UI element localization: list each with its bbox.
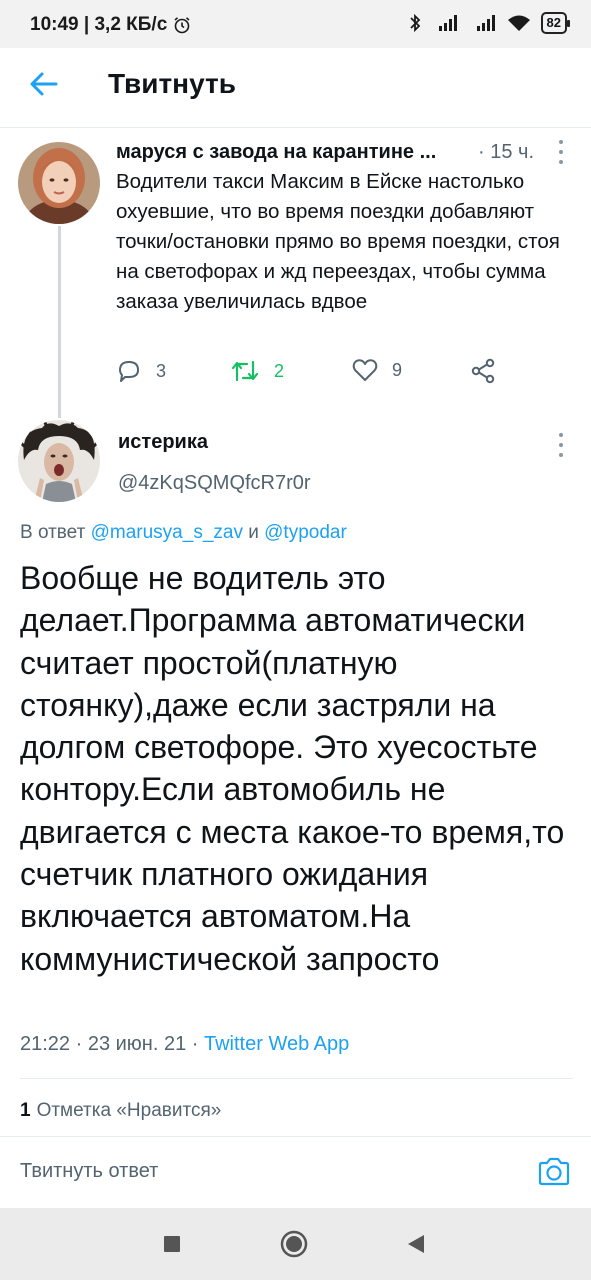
main-more-options-icon[interactable] (556, 433, 566, 457)
heart-icon (352, 359, 378, 381)
alarm-clock-icon (174, 17, 190, 34)
main-tweet-text: Вообще не водитель это делает.Программа … (20, 560, 565, 977)
reply-to-and: и (242, 522, 265, 543)
reply-to-user-link[interactable]: @marusya_s_zav (91, 522, 243, 543)
battery-indicator: 82 (540, 12, 571, 34)
reply-to-line: В ответ @marusya_s_zav и @typodar (20, 522, 347, 544)
retweet-icon (231, 360, 259, 382)
parent-author-avatar[interactable] (18, 142, 100, 224)
back-icon[interactable] (406, 1234, 426, 1254)
like-count: 9 (392, 359, 403, 380)
parent-tweet-text: Водители такси Максим в Ейске настолько … (116, 170, 560, 313)
reply-action[interactable]: 3 (116, 358, 166, 384)
reply-input[interactable]: Твитнуть ответ (20, 1160, 158, 1183)
system-nav-bar (0, 1208, 591, 1280)
wifi-icon (507, 15, 530, 31)
parent-tweet-time: · 15 ч. (478, 141, 534, 163)
home-icon[interactable] (280, 1230, 308, 1258)
like-action[interactable]: 9 (352, 358, 402, 382)
reply-composer: Твитнуть ответ (0, 1136, 591, 1208)
recent-apps-icon[interactable] (163, 1235, 181, 1253)
page-title: Твитнуть (108, 68, 236, 99)
main-author-name[interactable]: истерика (118, 431, 208, 454)
share-action[interactable] (470, 358, 496, 384)
retweet-action[interactable]: 2 (230, 358, 284, 384)
reply-count: 3 (156, 360, 167, 381)
parent-more-options-icon[interactable] (556, 140, 566, 164)
status-bar: 10:49 | 3,2 КБ/с 82 (0, 0, 591, 48)
main-author-avatar[interactable] (18, 420, 100, 502)
likes-summary[interactable]: 1 Отметка «Нравится» (20, 1100, 221, 1122)
likes-count: 1 (20, 1100, 31, 1121)
status-right: 82 (409, 12, 571, 34)
status-time-speed: 10:49 | 3,2 КБ/с (30, 14, 168, 35)
camera-icon[interactable] (537, 1155, 571, 1189)
tweet-source-link[interactable]: Twitter Web App (204, 1033, 349, 1055)
signal-icon (438, 15, 457, 31)
back-arrow-icon[interactable] (26, 66, 62, 102)
parent-tweet-actions: 3 2 9 (116, 358, 516, 388)
divider (20, 1078, 573, 1079)
reply-icon (119, 361, 139, 382)
tweet-meta: 21:22 · 23 июн. 21 · Twitter Web App (20, 1033, 349, 1056)
top-header: Твитнуть (0, 48, 591, 128)
thread-connector-line (58, 226, 61, 418)
share-icon (471, 358, 495, 384)
reply-to-prefix: В ответ (20, 522, 91, 543)
parent-author-name[interactable]: маруся с завода на карантине ... (116, 141, 436, 164)
status-left: 10:49 | 3,2 КБ/с (30, 14, 191, 36)
signal-icon-2 (476, 15, 495, 31)
reply-to-user-link-2[interactable]: @typodar (264, 522, 347, 543)
tweet-timestamp: 21:22 · 23 июн. 21 · (20, 1033, 204, 1055)
likes-label: Отметка «Нравится» (36, 1100, 222, 1121)
bluetooth-icon (409, 13, 420, 33)
main-author-handle[interactable]: @4zKqSQMQfcR7r0r (118, 472, 311, 495)
retweet-count: 2 (274, 360, 285, 381)
